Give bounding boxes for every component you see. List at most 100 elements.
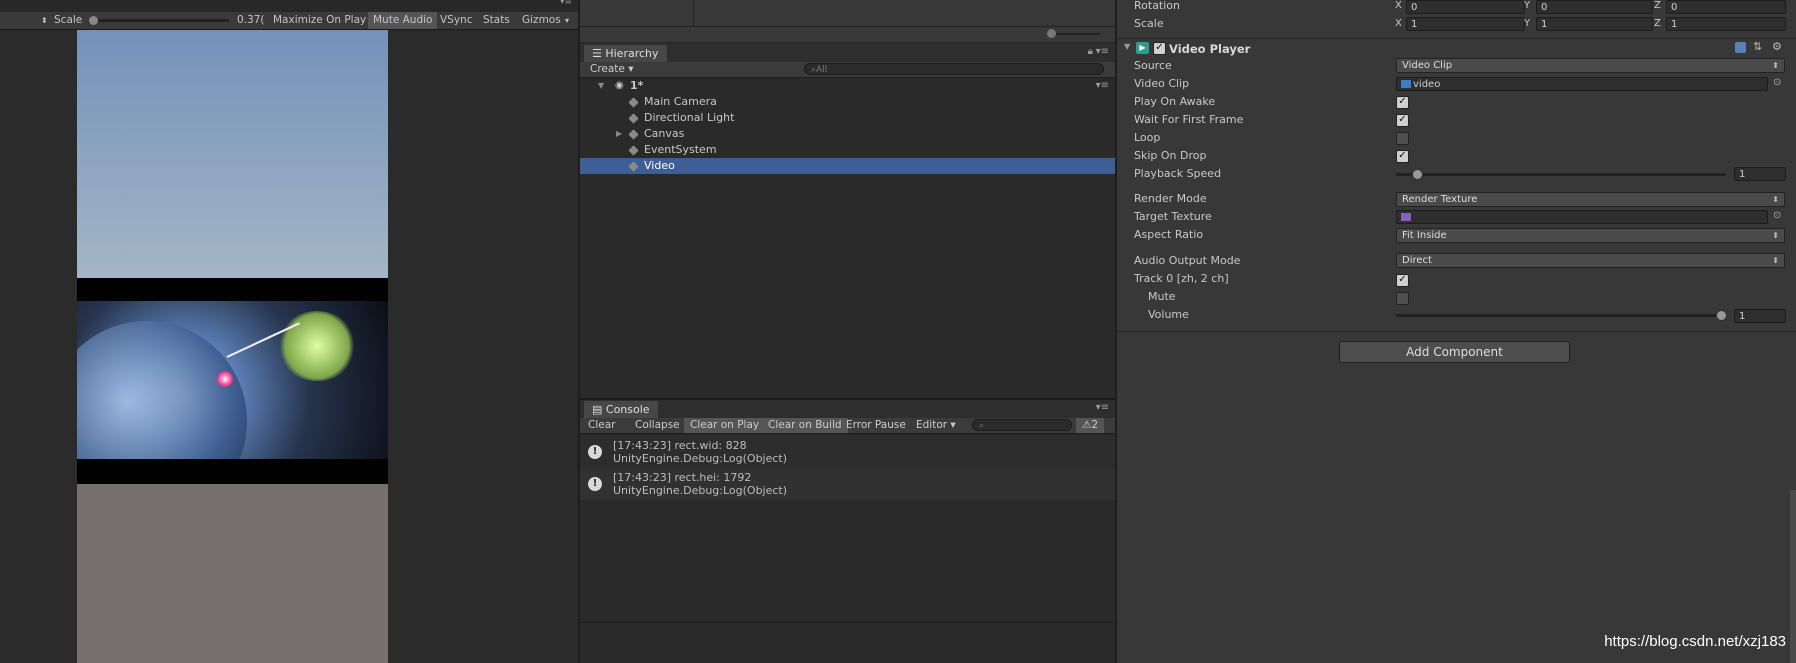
- loop-checkbox[interactable]: [1396, 132, 1409, 145]
- volume-field[interactable]: 1: [1734, 309, 1786, 323]
- expand-arrow-icon[interactable]: ▶: [616, 126, 622, 142]
- vsync-button[interactable]: VSync: [435, 12, 478, 29]
- console-log-entry[interactable]: ! [17:43:23] rect.wid: 828 UnityEngine.D…: [580, 436, 1115, 468]
- scale-z-field[interactable]: 1: [1666, 17, 1786, 31]
- hierarchy-toolbar: Create ▾ ⌕All: [580, 62, 1115, 78]
- help-book-icon[interactable]: [1735, 42, 1746, 53]
- audio-output-mode-value: Direct: [1402, 255, 1432, 266]
- wait-first-frame-checkbox[interactable]: ✓: [1396, 114, 1409, 127]
- object-picker-icon[interactable]: ⊙: [1773, 210, 1781, 221]
- panel-menu-icon[interactable]: ▾≡: [1096, 46, 1109, 57]
- axis-x-label: X: [1395, 0, 1402, 11]
- hierarchy-item-canvas[interactable]: ▶ Canvas: [580, 126, 1115, 142]
- playback-speed-slider-knob[interactable]: [1412, 169, 1423, 180]
- warning-count-toggle[interactable]: ⚠︎2: [1076, 418, 1105, 433]
- console-log-entry[interactable]: ! [17:43:23] rect.hei: 1792 UnityEngine.…: [580, 468, 1115, 500]
- playback-speed-slider[interactable]: [1396, 173, 1726, 176]
- scene-menu-icon[interactable]: ▾≡: [1096, 78, 1109, 94]
- dropdown-arrows-icon: ⬍: [1772, 195, 1779, 204]
- volume-slider[interactable]: [1396, 314, 1726, 317]
- console-toolbar: Clear Collapse Clear on Play Clear on Bu…: [580, 418, 1115, 434]
- hierarchy-item-video[interactable]: Video: [580, 158, 1115, 174]
- video-clip-value: video: [1413, 79, 1441, 90]
- rotation-label: Rotation: [1134, 0, 1181, 12]
- gizmos-dropdown-icon[interactable]: ▾: [560, 12, 574, 29]
- component-enabled-checkbox[interactable]: ✓: [1153, 42, 1166, 55]
- hierarchy-icon: ☰: [592, 47, 606, 60]
- scale-label: Scale: [54, 14, 83, 26]
- divider: [580, 26, 1115, 27]
- console-tabbar: ▤ Console ▾≡: [580, 400, 1115, 419]
- mute-checkbox[interactable]: [1396, 292, 1409, 305]
- gameobject-icon: [628, 160, 639, 172]
- panel-menu-icon[interactable]: ▾≡: [560, 0, 572, 7]
- scrollbar[interactable]: [1790, 490, 1796, 663]
- wait-first-frame-label: Wait For First Frame: [1134, 113, 1244, 126]
- tab-console-label: Console: [605, 403, 650, 416]
- source-dropdown[interactable]: Video Clip ⬍: [1396, 58, 1785, 73]
- audio-output-mode-dropdown[interactable]: Direct ⬍: [1396, 253, 1785, 268]
- clear-on-play-button[interactable]: Clear on Play: [684, 418, 766, 433]
- game-view-panel: ▾≡ ⬍ Scale 0.37( Maximize On Play Mute A…: [0, 0, 578, 663]
- scale-x-field[interactable]: 1: [1406, 17, 1525, 31]
- editor-dropdown[interactable]: Editor ▾: [910, 418, 962, 433]
- zoom-slider-knob[interactable]: [1047, 29, 1056, 38]
- rotation-z-field[interactable]: 0: [1666, 0, 1786, 14]
- target-texture-field[interactable]: [1396, 210, 1768, 224]
- console-search-input[interactable]: ⌕: [972, 419, 1072, 431]
- video-clip-field[interactable]: video: [1396, 77, 1768, 91]
- play-on-awake-checkbox[interactable]: ✓: [1396, 96, 1409, 109]
- maximize-on-play-button[interactable]: Maximize On Play: [268, 12, 371, 29]
- hierarchy-console-column: ☰ Hierarchy 🔒︎ ▾≡ Create ▾ ⌕All ▼ ◉ 1* ▾…: [580, 0, 1115, 663]
- skip-on-drop-checkbox[interactable]: ✓: [1396, 150, 1409, 163]
- add-component-button[interactable]: Add Component: [1339, 341, 1570, 363]
- tab-console[interactable]: ▤ Console: [584, 401, 658, 418]
- clear-on-build-button[interactable]: Clear on Build: [762, 418, 848, 433]
- tab-hierarchy[interactable]: ☰ Hierarchy: [584, 45, 667, 62]
- hierarchy-item-main-camera[interactable]: Main Camera: [580, 94, 1115, 110]
- aspect-ratio-value: Fit Inside: [1402, 230, 1447, 241]
- scale-slider[interactable]: [89, 16, 229, 25]
- clear-button[interactable]: Clear: [582, 418, 621, 433]
- hierarchy-item-label: Directional Light: [644, 111, 735, 124]
- render-mode-dropdown[interactable]: Render Texture ⬍: [1396, 192, 1785, 207]
- hierarchy-item-eventsystem[interactable]: EventSystem: [580, 142, 1115, 158]
- console-icon: ▤: [592, 403, 606, 416]
- axis-y-label: Y: [1524, 0, 1531, 11]
- scale-y-field[interactable]: 1: [1536, 17, 1653, 31]
- aspect-ratio-dropdown[interactable]: Fit Inside ⬍: [1396, 228, 1785, 243]
- scene-row[interactable]: ▼ ◉ 1* ▾≡: [580, 78, 1115, 94]
- video-player-icon: ▶: [1136, 42, 1149, 54]
- ground: [77, 484, 388, 663]
- splitter[interactable]: [580, 622, 1115, 623]
- create-button[interactable]: Create ▾: [584, 62, 640, 77]
- divider: [1117, 38, 1796, 39]
- playback-speed-field[interactable]: 1: [1734, 167, 1786, 181]
- panel-menu-icon[interactable]: ▾≡: [1096, 402, 1109, 413]
- source-label: Source: [1134, 59, 1172, 72]
- lock-icon[interactable]: 🔒︎: [1088, 46, 1093, 57]
- error-pause-button[interactable]: Error Pause: [840, 418, 912, 433]
- gizmos-button[interactable]: Gizmos: [517, 12, 566, 29]
- warning-count: 2: [1091, 419, 1099, 431]
- collapse-button[interactable]: Collapse: [629, 418, 686, 433]
- hierarchy-item-directional-light[interactable]: Directional Light: [580, 110, 1115, 126]
- hierarchy-search-input[interactable]: ⌕All: [804, 63, 1104, 75]
- video-planet: [77, 321, 247, 459]
- track0-checkbox[interactable]: ✓: [1396, 274, 1409, 287]
- rotation-x-field[interactable]: 0: [1406, 0, 1525, 14]
- object-picker-icon[interactable]: ⊙: [1773, 77, 1781, 88]
- volume-slider-knob[interactable]: [1716, 310, 1727, 321]
- scale-slider-knob[interactable]: [89, 16, 98, 25]
- gear-icon[interactable]: ⚙︎: [1772, 40, 1782, 53]
- foldout-arrow-icon[interactable]: ▼: [1124, 42, 1130, 51]
- preset-icon[interactable]: ⇅: [1753, 40, 1762, 53]
- expand-arrow-icon[interactable]: ▼: [598, 78, 604, 94]
- rotation-y-field[interactable]: 0: [1536, 0, 1653, 14]
- video-player-header[interactable]: ▼ ▶ ✓ Video Player ⇅ ⚙︎: [1117, 40, 1796, 58]
- zoom-slider[interactable]: [1050, 33, 1100, 35]
- target-texture-label: Target Texture: [1134, 210, 1212, 223]
- video-light: [217, 371, 233, 387]
- stats-button[interactable]: Stats: [478, 12, 515, 29]
- mute-audio-button[interactable]: Mute Audio: [368, 12, 438, 29]
